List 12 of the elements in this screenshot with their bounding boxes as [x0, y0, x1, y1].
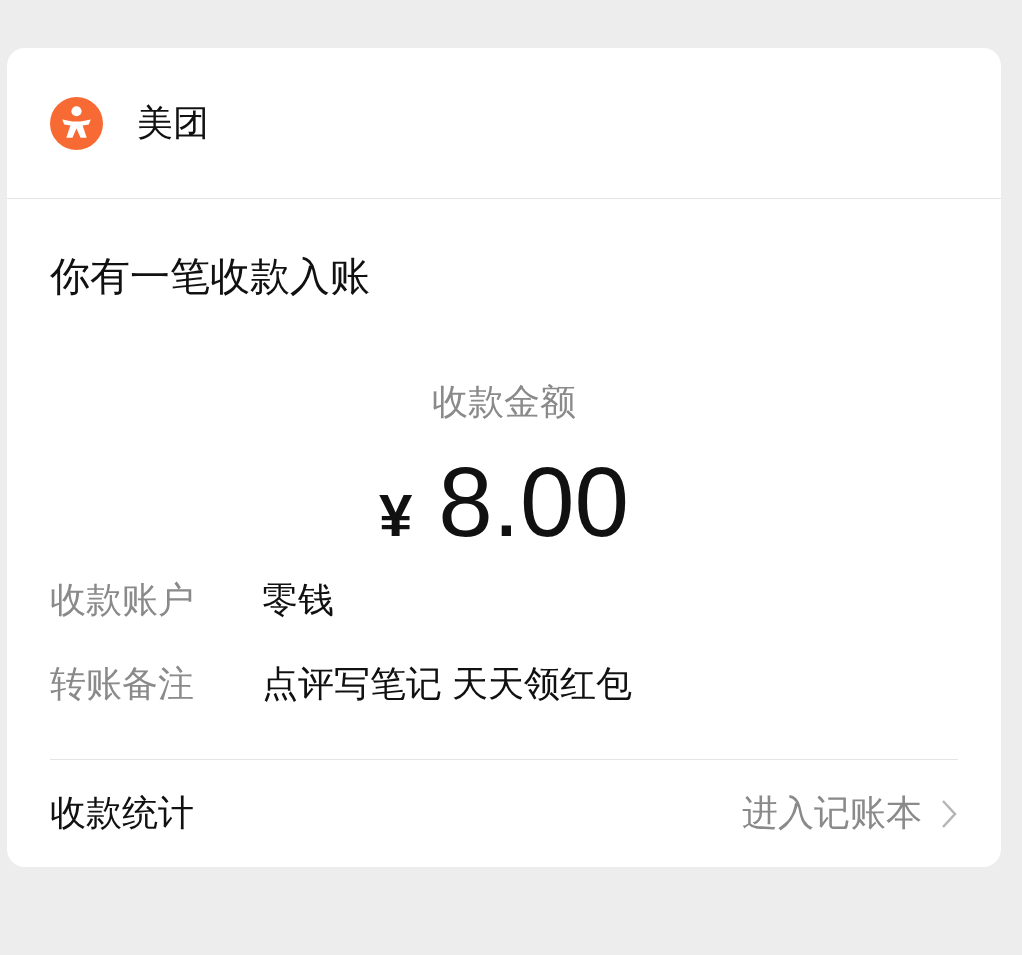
detail-label: 转账备注 — [50, 662, 195, 706]
ledger-link[interactable]: 进入记账本 — [742, 789, 958, 838]
amount-label: 收款金额 — [432, 380, 576, 424]
logo-icon — [50, 96, 103, 150]
detail-label: 收款账户 — [50, 578, 195, 622]
currency-symbol: ¥ — [378, 481, 413, 550]
statistics-label: 收款统计 — [50, 791, 194, 835]
detail-value: 点评写笔记 天天领红包 — [262, 662, 632, 706]
notification-title: 你有一笔收款入账 — [50, 253, 371, 300]
amount-value: 8.00 — [438, 447, 630, 557]
detail-value: 零钱 — [262, 578, 334, 622]
app-name: 美团 — [137, 100, 209, 145]
